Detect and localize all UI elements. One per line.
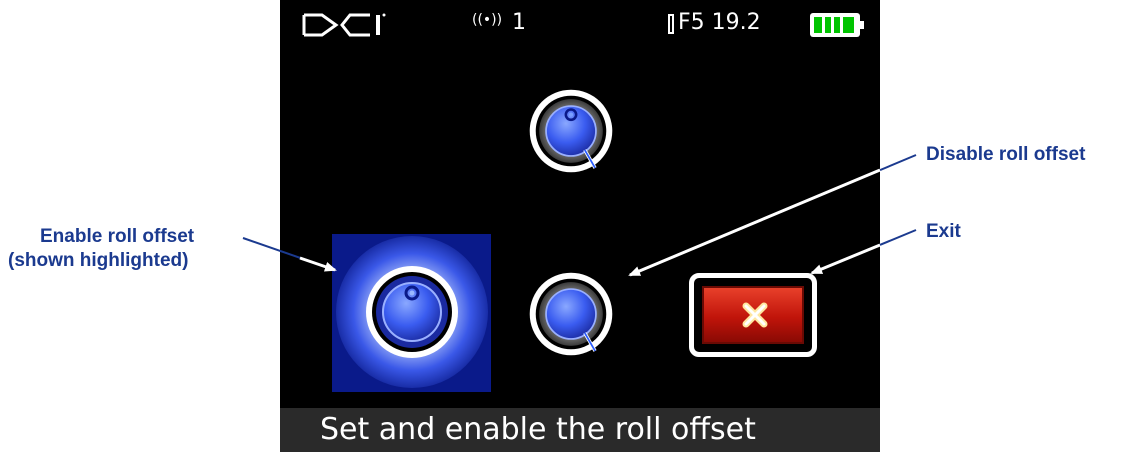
callout-arrows <box>242 154 917 277</box>
